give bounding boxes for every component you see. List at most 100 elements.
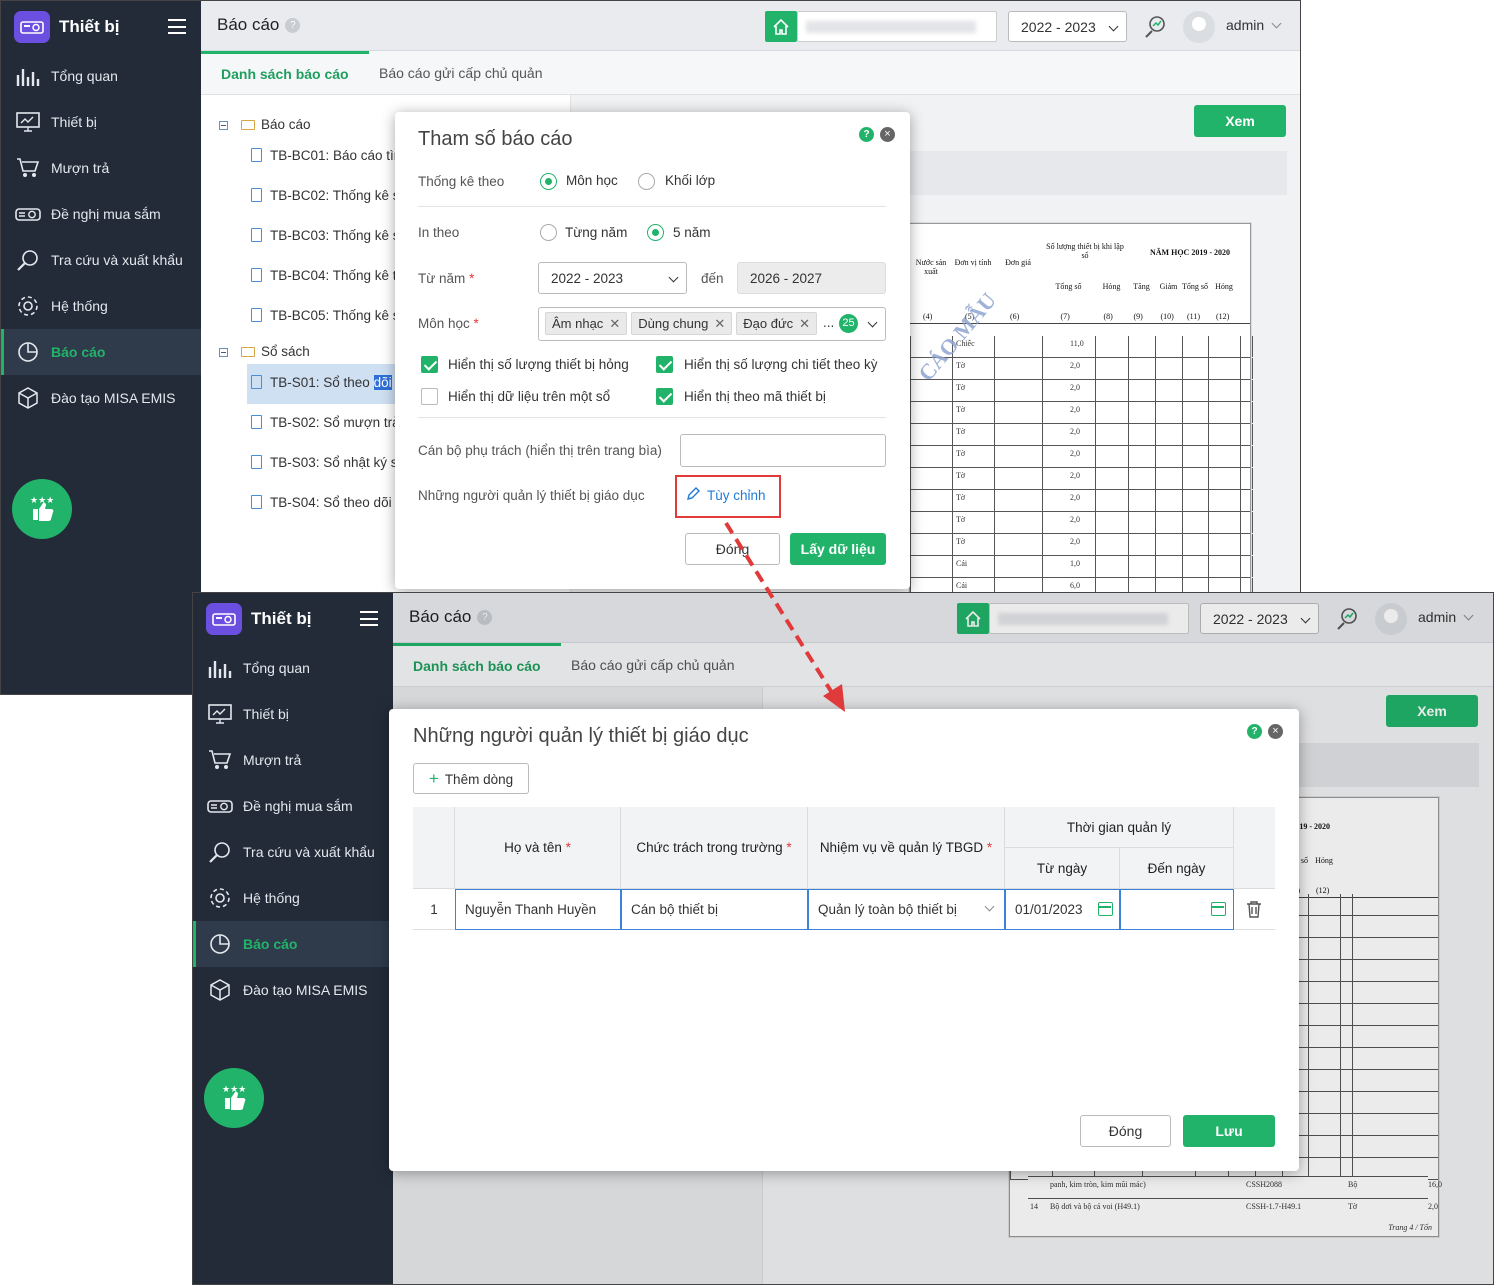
sidebar-item[interactable]: Tra cứu và xuất khẩu — [1, 237, 201, 283]
checkbox-one-book-label[interactable]: Hiển thị dữ liệu trên một sổ — [448, 389, 610, 404]
preview-row: Tờ 2,0 — [910, 534, 1253, 556]
radio-each-year[interactable] — [540, 224, 557, 241]
tree-item[interactable]: TB-BC05: Thống kê s — [247, 303, 400, 329]
duty-cell-select[interactable]: Quản lý toàn bộ thiết bị — [808, 889, 1005, 930]
checkbox-device-code[interactable] — [656, 388, 673, 405]
chart-search-icon[interactable] — [1143, 14, 1167, 41]
sidebar-item[interactable]: Tra cứu và xuất khẩu — [193, 829, 393, 875]
name-cell-input[interactable]: Nguyễn Thanh Huyền — [455, 889, 621, 930]
tab-report-list[interactable]: Danh sách báo cáo — [201, 51, 369, 95]
avatar[interactable] — [1183, 11, 1215, 43]
sidebar-item[interactable]: Mượn trả — [193, 737, 393, 783]
home-icon[interactable] — [765, 11, 797, 42]
checkbox-device-code-label[interactable]: Hiển thị theo mã thiết bị — [684, 389, 826, 404]
sidebar-item[interactable]: Đề nghị mua sắm — [1, 191, 201, 237]
sidebar-item[interactable]: Báo cáo — [1, 329, 201, 375]
tree-item[interactable]: TB-BC02: Thống kê s — [247, 183, 400, 209]
sidebar-item[interactable]: Thiết bị — [193, 691, 393, 737]
collapse-icon[interactable] — [219, 121, 228, 130]
trash-icon[interactable] — [1246, 900, 1262, 921]
from-year-select[interactable]: 2022 - 2023 — [538, 262, 687, 294]
tree-item-label: TB-BC01: Báo cáo tìn — [270, 148, 402, 163]
preview-header-cell: Đơn vị tính — [954, 258, 992, 267]
tree-item[interactable]: TB-S04: Sổ theo dõi t — [247, 490, 399, 516]
view-button[interactable]: Xem — [1194, 105, 1286, 137]
close-button[interactable]: Đóng — [1080, 1115, 1171, 1147]
subject-multiselect[interactable]: Âm nhạc ✕ Dùng chung ✕ Đạo đức ✕ ... 25 — [538, 307, 886, 341]
subject-tag[interactable]: Dùng chung ✕ — [631, 312, 733, 335]
sidebar-item[interactable]: Đào tạo MISA EMIS — [1, 375, 201, 421]
preview-header-cell: Hỏng — [1215, 282, 1233, 291]
dialog-title: Tham số báo cáo — [418, 128, 573, 150]
collapse-icon[interactable] — [219, 348, 228, 357]
help-icon[interactable]: ? — [859, 127, 874, 142]
pencil-icon[interactable] — [685, 486, 700, 505]
preview-qty: 1,0 — [1070, 559, 1080, 568]
save-button[interactable]: Lưu — [1183, 1115, 1275, 1147]
radio-five-years-label[interactable]: 5 năm — [673, 225, 711, 240]
tree-item[interactable]: TB-BC03: Thống kê s — [247, 223, 400, 249]
tree-item[interactable]: TB-S01: Sổ theo dõi t — [247, 364, 399, 404]
tree-item[interactable]: TB-S02: Sổ mượn trả — [247, 410, 400, 436]
sidebar-item[interactable]: Tổng quan — [1, 53, 201, 99]
checkbox-one-book[interactable] — [421, 388, 438, 405]
pie-chart-icon — [15, 339, 41, 365]
radio-five-years[interactable] — [647, 224, 664, 241]
checkbox-detail-period-label[interactable]: Hiển thị số lượng chi tiết theo kỳ — [684, 357, 877, 372]
to-date-input[interactable] — [1120, 889, 1234, 930]
close-button[interactable]: Đóng — [685, 533, 780, 565]
more-tags: ... — [823, 315, 835, 330]
checkbox-broken-label[interactable]: Hiển thị số lượng thiết bị hỏng — [448, 357, 629, 372]
menu-toggle-icon[interactable] — [360, 611, 378, 626]
managers-dialog: Những người quản lý thiết bị giáo dục ? ×… — [389, 709, 1299, 1171]
tab-report-sent[interactable]: Báo cáo gửi cấp chủ quản — [359, 51, 563, 95]
feedback-like-button[interactable]: ★★★ — [12, 479, 72, 539]
subject-tag[interactable]: Âm nhạc ✕ — [545, 312, 628, 335]
school-year-select[interactable]: 2022 - 2023 — [1008, 11, 1127, 42]
close-icon[interactable]: × — [1268, 724, 1283, 739]
sidebar-item-label: Báo cáo — [243, 936, 298, 952]
sidebar-item[interactable]: Báo cáo — [193, 921, 393, 967]
sidebar-item[interactable]: Đào tạo MISA EMIS — [193, 967, 393, 1013]
tree-group[interactable]: Báo cáo — [241, 112, 311, 138]
tree-group[interactable]: Sổ sách — [241, 339, 310, 365]
user-name[interactable]: admin — [1226, 17, 1264, 33]
preview-qty: 2,0 — [1070, 537, 1080, 546]
help-icon[interactable]: ? — [285, 18, 301, 33]
sidebar-item[interactable]: Mượn trả — [1, 145, 201, 191]
preview-qty: 2,0 — [1070, 361, 1080, 370]
radio-subject[interactable] — [540, 173, 557, 190]
fetch-data-button[interactable]: Lấy dữ liệu — [790, 533, 886, 565]
radio-subject-label[interactable]: Môn học — [566, 173, 618, 188]
col-action-header — [1234, 807, 1275, 889]
radio-each-year-label[interactable]: Từng năm — [565, 225, 627, 240]
officer-input[interactable] — [680, 434, 886, 467]
preview-qty: 11,0 — [1070, 339, 1084, 348]
tree-item[interactable]: TB-BC01: Báo cáo tìn — [247, 143, 401, 169]
sidebar-item[interactable]: Thiết bị — [1, 99, 201, 145]
sidebar-item[interactable]: Đề nghị mua sắm — [193, 783, 393, 829]
tree-item[interactable]: TB-S03: Sổ nhật ký sử — [247, 450, 407, 476]
sidebar-item[interactable]: Hệ thống — [1, 283, 201, 329]
radio-grade[interactable] — [638, 173, 655, 190]
checkbox-broken[interactable] — [421, 356, 438, 373]
subject-tag[interactable]: Đạo đức ✕ — [736, 312, 818, 335]
school-name-field[interactable] — [797, 11, 997, 42]
from-date-input[interactable]: 01/01/2023 — [1005, 889, 1120, 930]
customize-link[interactable]: Tùy chỉnh — [707, 488, 766, 503]
help-icon[interactable]: ? — [1247, 724, 1262, 739]
feedback-like-button[interactable]: ★★★ — [204, 1068, 264, 1128]
tree-item[interactable]: TB-BC04: Thống kê t — [247, 263, 397, 289]
role-cell-input[interactable]: Cán bộ thiết bị — [621, 889, 808, 930]
sidebar-item[interactable]: Hệ thống — [193, 875, 393, 921]
preview-header-cell: Đơn giá — [1005, 258, 1031, 267]
close-icon[interactable]: × — [880, 127, 895, 142]
checkbox-detail-period[interactable] — [656, 356, 673, 373]
radio-grade-label[interactable]: Khối lớp — [665, 173, 715, 188]
sidebar-item[interactable]: Tổng quan — [193, 645, 393, 691]
bar-chart-icon — [15, 63, 41, 89]
preview-unit: Tờ — [956, 515, 966, 524]
add-row-button[interactable]: + Thêm dòng — [413, 763, 529, 794]
menu-toggle-icon[interactable] — [168, 19, 186, 34]
chevron-down-icon[interactable] — [1271, 18, 1282, 29]
